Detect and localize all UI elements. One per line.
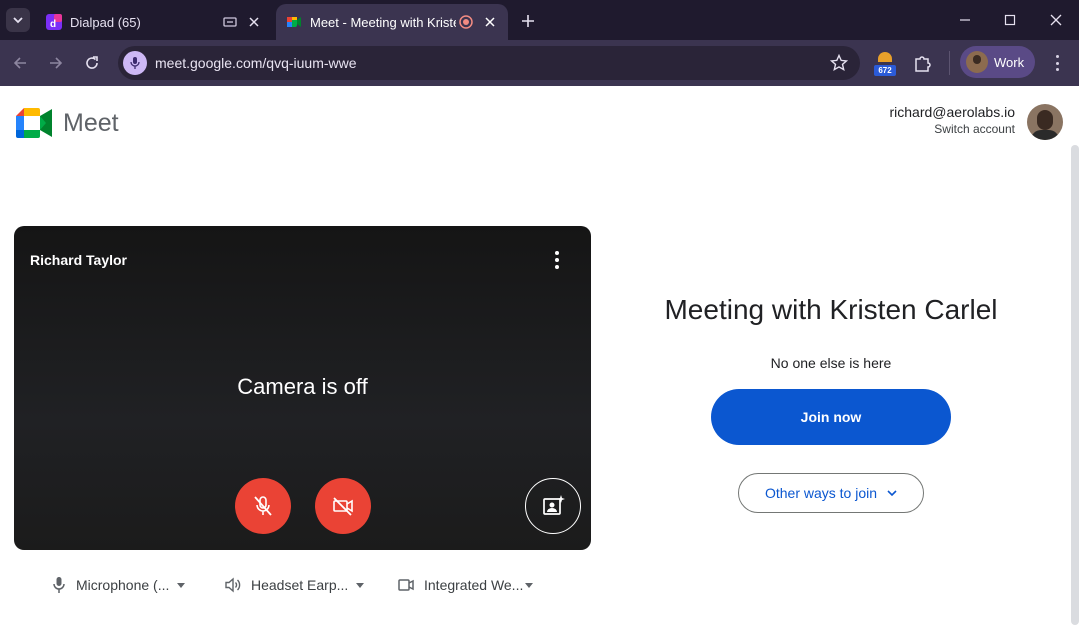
maximize-icon (1004, 14, 1016, 26)
minimize-icon (960, 19, 970, 21)
forward-button[interactable] (44, 51, 68, 75)
close-window-button[interactable] (1033, 0, 1079, 40)
account-avatar[interactable] (1027, 104, 1063, 140)
account-info: richard@aerolabs.io Switch account (890, 104, 1016, 136)
dropdown-caret-icon (525, 582, 534, 588)
account-email: richard@aerolabs.io (889, 104, 1016, 120)
chevron-down-icon (887, 490, 897, 497)
maximize-button[interactable] (987, 0, 1033, 40)
close-tab-icon[interactable] (480, 12, 500, 32)
speaker-icon (225, 577, 241, 593)
camera-select-label: Integrated We... (424, 577, 524, 593)
browser-menu-button[interactable] (1049, 53, 1065, 73)
new-tab-button[interactable] (517, 10, 539, 32)
reload-icon (86, 56, 98, 69)
other-ways-to-join-button[interactable]: Other ways to join (738, 473, 924, 513)
camera-select[interactable]: Integrated We... (398, 575, 534, 595)
reload-button[interactable] (80, 51, 104, 75)
recording-indicator-icon (456, 12, 476, 32)
visual-effects-icon (543, 495, 565, 515)
camera-toggle-button[interactable] (315, 478, 371, 534)
arrow-right-icon (50, 57, 63, 69)
tab-dialpad[interactable]: d Dialpad (65) (36, 4, 272, 40)
video-camera-icon (398, 579, 414, 591)
camera-off-icon (333, 497, 353, 516)
toolbar-divider (949, 51, 950, 75)
browser-tab-bar: d Dialpad (65) Meet - Meeting with Krist… (0, 0, 1079, 40)
product-name: Meet (63, 109, 119, 137)
tab-title: Dialpad (65) (70, 14, 141, 30)
minimize-button[interactable] (942, 0, 988, 40)
page-scrollbar[interactable] (1071, 145, 1079, 625)
dropdown-caret-icon (177, 582, 186, 588)
switch-account-link[interactable]: Switch account (890, 122, 1015, 136)
video-preview: Richard Taylor Camera is off (14, 226, 591, 550)
back-button[interactable] (8, 51, 32, 75)
speaker-select[interactable]: Headset Earp... (225, 575, 365, 595)
more-options-button[interactable] (553, 251, 561, 269)
microphone-in-use-icon[interactable] (123, 51, 147, 75)
tab-meet[interactable]: Meet - Meeting with Kristen Carlel (276, 4, 508, 40)
profile-button[interactable]: Work (960, 46, 1035, 78)
dropdown-caret-icon (356, 582, 365, 588)
visual-effects-button[interactable] (525, 478, 581, 534)
address-bar[interactable]: meet.google.com/qvq-iuum-wwe (118, 46, 860, 80)
tab-title: Meet - Meeting with Kristen Carlel (310, 14, 456, 30)
profile-avatar (966, 51, 988, 73)
profile-label: Work (994, 54, 1025, 70)
microphone-icon (53, 577, 65, 593)
microphone-select-label: Microphone (... (76, 577, 170, 593)
microphone-toggle-button[interactable] (235, 478, 291, 534)
close-tab-icon[interactable] (244, 12, 264, 32)
extension-icon (878, 52, 892, 62)
url-text: meet.google.com/qvq-iuum-wwe (155, 55, 357, 71)
join-now-button[interactable]: Join now (711, 389, 951, 445)
svg-text:d: d (50, 19, 56, 30)
plus-icon (522, 15, 534, 27)
chevron-down-icon (13, 17, 23, 24)
microphone-select[interactable]: Microphone (... (52, 575, 186, 595)
memory-saver-icon (220, 12, 240, 32)
participant-name: Richard Taylor (30, 252, 127, 268)
participants-status: No one else is here (770, 355, 892, 371)
microphone-off-icon (254, 496, 272, 516)
camera-status-text: Camera is off (237, 374, 368, 399)
other-ways-label: Other ways to join (764, 485, 878, 501)
join-now-label: Join now (800, 409, 862, 425)
extension-badge-count: 672 (874, 65, 896, 76)
google-meet-logo-icon (16, 108, 52, 138)
dialpad-icon: d (46, 14, 62, 30)
tab-search-button[interactable] (6, 8, 30, 32)
bookmark-star-icon[interactable] (830, 54, 848, 72)
arrow-left-icon (13, 57, 26, 69)
close-icon (1050, 14, 1062, 26)
speaker-select-label: Headset Earp... (251, 577, 349, 593)
extensions-puzzle-icon[interactable] (912, 52, 934, 74)
meeting-title: Meeting with Kristen Carlel (664, 294, 998, 325)
google-meet-icon (287, 17, 301, 27)
extension-badge-button[interactable]: 672 (874, 50, 896, 76)
